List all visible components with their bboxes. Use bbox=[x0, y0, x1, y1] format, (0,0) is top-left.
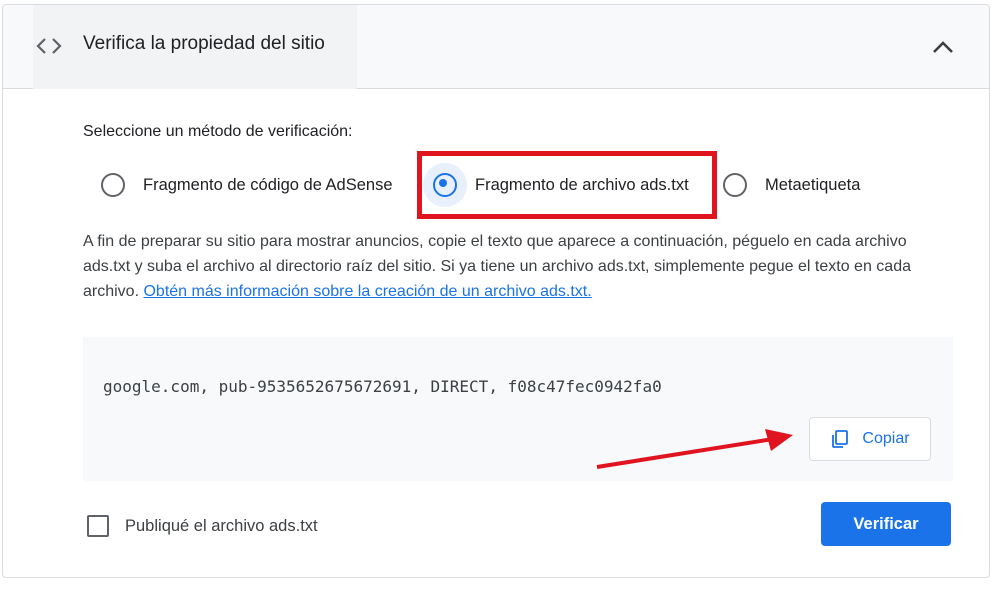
verify-button[interactable]: Verificar bbox=[821, 502, 951, 546]
radio-button-checked[interactable] bbox=[433, 173, 457, 197]
radio-button-unchecked[interactable] bbox=[101, 173, 125, 197]
radio-label-meta-tag: Metaetiqueta bbox=[765, 175, 861, 194]
radio-label-ads-txt: Fragmento de archivo ads.txt bbox=[475, 175, 689, 194]
ads-txt-snippet: google.com, pub-9535652675672691, DIRECT… bbox=[103, 377, 662, 396]
panel-header[interactable]: Verifica la propiedad del sitio bbox=[3, 5, 989, 89]
radio-button-unchecked[interactable] bbox=[723, 173, 747, 197]
instructions-text: A fin de preparar su sitio para mostrar … bbox=[83, 229, 913, 304]
published-checkbox-label: Publiqué el archivo ads.txt bbox=[125, 516, 318, 535]
panel-title: Verifica la propiedad del sitio bbox=[83, 33, 325, 54]
code-snippet-box: google.com, pub-9535652675672691, DIRECT… bbox=[83, 337, 953, 481]
radio-option-adsense-code[interactable]: Fragmento de código de AdSense bbox=[101, 165, 393, 205]
radio-option-ads-txt[interactable]: Fragmento de archivo ads.txt bbox=[423, 163, 689, 207]
learn-more-link[interactable]: Obtén más información sobre la creación … bbox=[143, 283, 591, 300]
code-icon bbox=[36, 38, 62, 54]
radio-focus-halo bbox=[423, 163, 467, 207]
radio-label-adsense-code: Fragmento de código de AdSense bbox=[143, 175, 393, 194]
copy-icon bbox=[832, 430, 849, 448]
method-prompt: Seleccione un método de verificación: bbox=[83, 123, 353, 140]
published-checkbox-row[interactable]: Publiqué el archivo ads.txt bbox=[87, 515, 318, 537]
chevron-up-icon[interactable] bbox=[929, 33, 957, 61]
published-checkbox[interactable] bbox=[87, 515, 109, 537]
verification-panel: Verifica la propiedad del sitio Seleccio… bbox=[2, 4, 990, 578]
copy-button[interactable]: Copiar bbox=[809, 417, 931, 461]
radio-option-meta-tag[interactable]: Metaetiqueta bbox=[723, 165, 860, 205]
copy-button-label: Copiar bbox=[862, 430, 910, 447]
